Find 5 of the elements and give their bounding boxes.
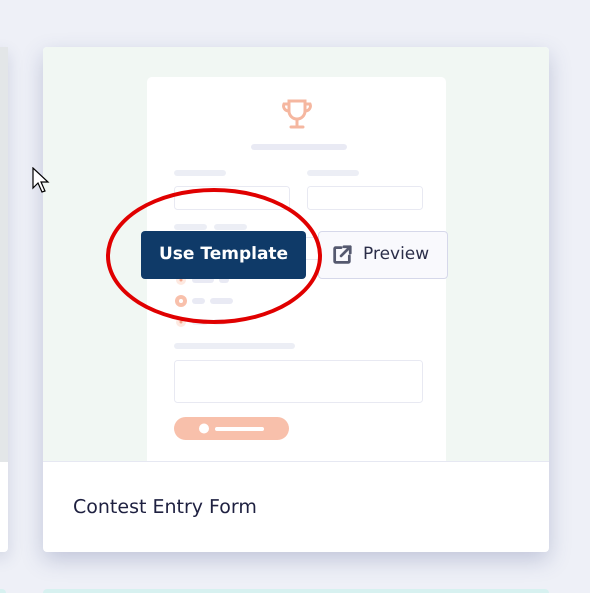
use-template-button[interactable]: Use Template (141, 231, 306, 279)
template-title: Contest Entry Form (73, 494, 257, 520)
mouse-cursor-icon (32, 167, 52, 195)
external-link-icon (331, 244, 353, 266)
preview-button[interactable]: Preview (318, 231, 448, 279)
